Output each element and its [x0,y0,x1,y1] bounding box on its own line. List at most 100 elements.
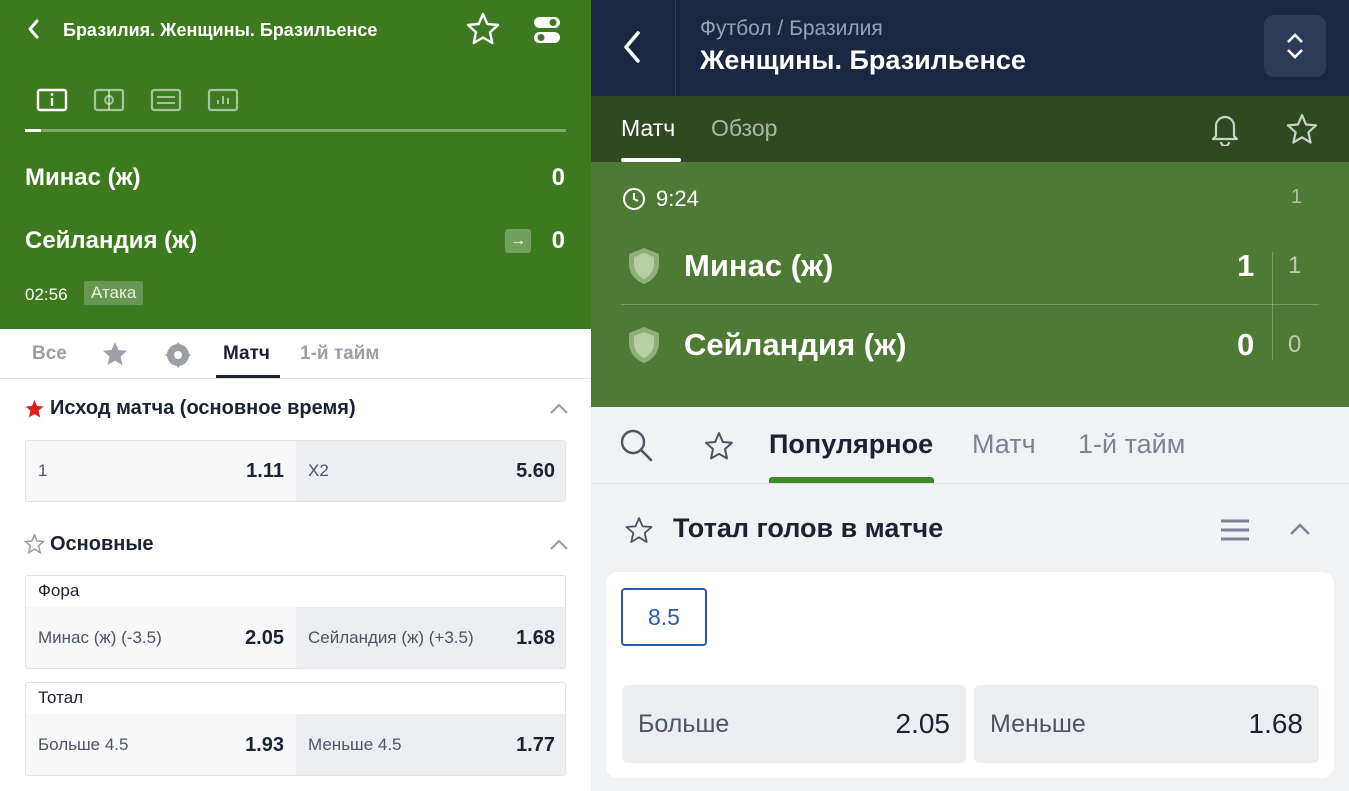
expand-chevrons-icon [1287,33,1303,59]
outcome-market: 1 1.11 X2 5.60 [25,440,566,502]
bell-icon[interactable] [1209,112,1241,146]
tab-favorites-star-icon[interactable] [101,341,129,367]
outcome-label: 1 [38,461,48,480]
market-filter-bar: Популярное Матч 1-й тайм [591,407,1349,484]
settings-toggle-icon[interactable] [533,15,561,45]
scoreboard: 9:24 1 Минас (ж) 1 1 Сейландия (ж) 0 0 [591,162,1349,407]
match-progress-fill [25,129,42,132]
scoreboard-view-icon[interactable] [150,88,182,112]
bet-label: Больше 4.5 [38,735,129,754]
page-title: Женщины. Бразильенсе [700,45,1026,75]
outcome-cell-x2[interactable]: X2 5.60 [296,441,565,501]
left-panel: Бразилия. Женщины. Бразильенсе Минас (ж)… [0,0,591,791]
bet-over[interactable]: Больше 2.05 [622,685,966,763]
collapse-chevron-icon[interactable] [548,402,570,416]
field-view-icon[interactable] [93,88,125,112]
outcome-label: X2 [308,461,329,480]
expand-button[interactable] [1264,15,1326,77]
handicap-cell-team2[interactable]: Сейландия (ж) (+3.5) 1.68 [296,607,565,668]
total-label: Тотал [38,688,84,707]
bet-odds: 1.68 [1248,708,1304,739]
favorites-star-icon[interactable] [703,431,735,461]
divider [675,0,676,96]
row-divider [621,304,1319,305]
favorite-outline-star-icon[interactable] [24,534,45,554]
handicap-label: Фора [38,581,80,600]
back-arrow-icon[interactable] [24,17,44,41]
team2-score: 0 [1237,327,1255,362]
bet-odds: 2.05 [895,708,951,739]
favorite-star-icon[interactable] [1285,112,1319,146]
team2-period-score: 0 [1288,331,1302,358]
tab-all[interactable]: Все [32,343,67,365]
bet-odds: 2.05 [245,626,284,649]
handicap-market: Фора Минас (ж) (-3.5) 2.05 Сейландия (ж)… [25,575,566,669]
bet-under[interactable]: Меньше 1.68 [974,685,1319,763]
match-header: Бразилия. Женщины. Бразильенсе Минас (ж)… [0,0,591,329]
market-title: Тотал голов в матче [673,513,944,543]
main-section-title: Основные [50,533,154,555]
match-time: 9:24 [656,186,699,211]
active-tab-underline [216,375,280,378]
league-title: Бразилия. Женщины. Бразильенсе [63,20,378,40]
tab-overview[interactable]: Обзор [711,115,777,142]
team2-name: Сейландия (ж) [25,227,198,254]
tab-match[interactable]: Матч [621,115,675,142]
outcome-cell-1[interactable]: 1 1.11 [26,441,296,501]
market-tabs: Все Матч 1-й тайм [0,329,591,379]
match-nav: Матч Обзор [591,96,1349,162]
team1-name: Минас (ж) [25,164,141,191]
line-selector[interactable]: 8.5 [621,588,707,646]
tab-settings-gear-icon[interactable] [164,341,192,369]
total-market: Тотал Больше 4.5 1.93 Меньше 4.5 1.77 [25,682,566,776]
stats-view-icon[interactable] [207,88,239,112]
collapse-chevron-icon[interactable] [548,538,570,552]
collapse-chevron-icon[interactable] [1288,521,1312,537]
tab-match[interactable]: Матч [972,429,1036,460]
tab-first-half[interactable]: 1-й тайм [300,343,379,365]
team1-name: Минас (ж) [684,248,834,283]
match-progress-bar [25,129,566,132]
match-time: 02:56 [25,285,68,304]
column-divider [1272,252,1273,360]
bet-odds: 1.68 [516,626,555,649]
handicap-cell-team1[interactable]: Минас (ж) (-3.5) 2.05 [26,607,296,668]
tab-first-half[interactable]: 1-й тайм [1078,429,1185,460]
team1-score: 1 [1237,248,1255,283]
bet-odds: 1.77 [516,733,555,756]
search-icon[interactable] [619,428,653,462]
clock-icon [623,188,645,210]
active-tab-underline [769,477,934,483]
bet-label: Минас (ж) (-3.5) [38,628,162,647]
team1-period-score: 1 [1288,252,1302,279]
team1-score: 0 [551,164,565,191]
tab-popular[interactable]: Популярное [769,429,933,460]
team2-shield-icon [629,327,659,363]
info-view-icon[interactable] [36,88,68,112]
outcome-odds: 5.60 [516,459,555,482]
menu-icon[interactable] [1219,518,1251,542]
tab-match[interactable]: Матч [223,343,270,365]
team2-name: Сейландия (ж) [684,327,907,362]
period-header: 1 [1291,186,1303,208]
total-cell-under[interactable]: Меньше 4.5 1.77 [296,714,565,775]
status-badge: Атака [84,281,144,305]
total-cell-over[interactable]: Больше 4.5 1.93 [26,714,296,775]
bet-label: Больше [638,709,730,738]
market-favorite-star-icon[interactable] [624,516,654,544]
favorite-star-icon[interactable] [465,11,501,47]
favorite-filled-star-icon[interactable] [24,399,45,419]
team2-score: 0 [551,227,565,254]
team1-shield-icon [629,248,659,284]
top-bar: Футбол / Бразилия Женщины. Бразильенсе [591,0,1349,96]
right-panel: Футбол / Бразилия Женщины. Бразильенсе М… [591,0,1349,791]
bet-odds: 1.93 [245,733,284,756]
breadcrumb[interactable]: Футбол / Бразилия [700,17,883,41]
outcome-section-title: Исход матча (основное время) [50,397,356,419]
bet-label: Меньше 4.5 [308,735,402,754]
outcome-odds: 1.11 [246,459,284,482]
attack-arrow-icon: → [505,229,531,253]
bet-label: Меньше [990,709,1086,738]
back-arrow-icon[interactable] [621,30,643,64]
view-switcher [36,88,239,112]
